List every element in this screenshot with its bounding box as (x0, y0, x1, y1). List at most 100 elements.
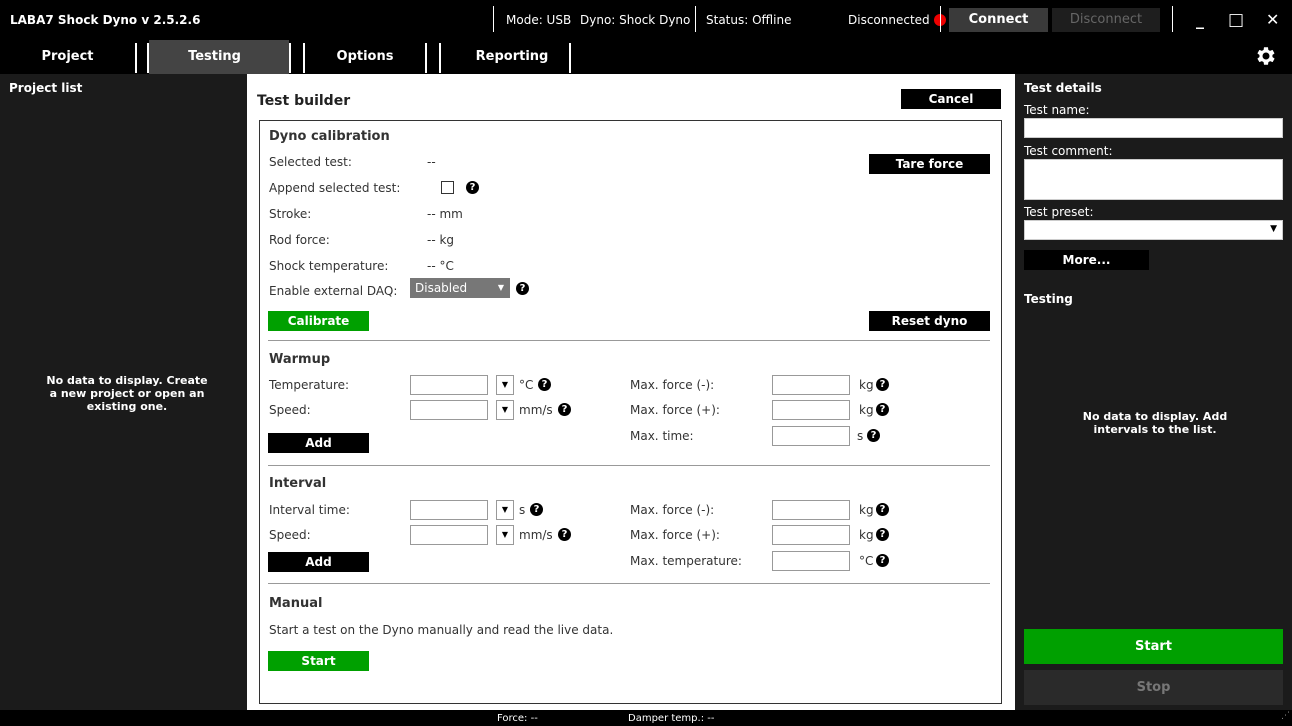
interval-speed-input[interactable] (410, 525, 488, 545)
calibration-heading: Dyno calibration (269, 129, 390, 144)
help-icon[interactable]: ? (538, 378, 551, 391)
warmup-temperature-dropdown[interactable]: ▼ (496, 375, 514, 395)
warmup-add-button[interactable]: Add (268, 433, 369, 453)
warmup-max-time-input[interactable] (772, 426, 850, 446)
manual-description: Start a test on the Dyno manually and re… (269, 623, 614, 637)
more-button[interactable]: More... (1024, 250, 1149, 270)
cancel-button[interactable]: Cancel (901, 89, 1001, 109)
help-icon[interactable]: ? (516, 282, 529, 295)
test-name-label: Test name: (1024, 103, 1090, 117)
tab-reporting[interactable]: Reporting (455, 40, 569, 74)
mode-label: Mode: USB (506, 13, 572, 27)
section-divider (268, 340, 990, 341)
test-comment-input[interactable] (1024, 159, 1283, 200)
shock-temperature-label: Shock temperature: (269, 259, 389, 273)
interval-speed-label: Speed: (269, 528, 311, 542)
gear-icon[interactable] (1253, 44, 1277, 68)
minimize-icon[interactable]: _ (1196, 0, 1204, 40)
help-icon[interactable]: ? (558, 528, 571, 541)
interval-max-temperature-input[interactable] (772, 551, 850, 571)
title-separator (493, 6, 494, 32)
tab-separator (289, 43, 291, 73)
append-test-label: Append selected test: (269, 181, 401, 195)
help-icon[interactable]: ? (876, 503, 889, 516)
test-preset-label: Test preset: (1024, 205, 1094, 219)
title-separator (695, 6, 696, 32)
close-icon[interactable]: ✕ (1266, 0, 1279, 40)
warmup-max-time-unit: s (857, 429, 864, 443)
tare-force-button[interactable]: Tare force (869, 154, 990, 174)
help-icon[interactable]: ? (558, 403, 571, 416)
warmup-max-time-label: Max. time: (630, 429, 694, 443)
test-details-panel: Test details Test name: Test comment: Te… (1015, 74, 1292, 710)
interval-time-dropdown[interactable]: ▼ (496, 500, 514, 520)
interval-speed-dropdown[interactable]: ▼ (496, 525, 514, 545)
help-icon[interactable]: ? (867, 429, 880, 442)
calibrate-button[interactable]: Calibrate (268, 311, 369, 331)
warmup-speed-input[interactable] (410, 400, 488, 420)
warmup-temperature-input[interactable] (410, 375, 488, 395)
warmup-max-force-neg-label: Max. force (-): (630, 378, 715, 392)
resize-grip-icon[interactable]: ⋰ (1281, 711, 1290, 721)
tab-separator (425, 43, 427, 73)
interval-time-input[interactable] (410, 500, 488, 520)
maximize-icon[interactable]: □ (1228, 0, 1244, 40)
title-bar: LABA7 Shock Dyno v 2.5.2.6 Mode: USB Dyn… (0, 0, 1292, 40)
help-icon[interactable]: ? (530, 503, 543, 516)
interval-speed-unit: mm/s (519, 528, 553, 542)
tab-options[interactable]: Options (305, 40, 425, 74)
warmup-speed-unit: mm/s (519, 403, 553, 417)
help-icon[interactable]: ? (876, 554, 889, 567)
app-title: LABA7 Shock Dyno v 2.5.2.6 (10, 13, 201, 27)
warmup-max-force-pos-input[interactable] (772, 400, 850, 420)
rod-force-value: -- kg (427, 233, 455, 247)
test-preset-select[interactable]: ▼ (1024, 220, 1283, 240)
test-builder-panel: Test builder Cancel Dyno calibration Sel… (247, 74, 1015, 710)
interval-max-force-neg-input[interactable] (772, 500, 850, 520)
tab-project[interactable]: Project (0, 40, 135, 74)
test-comment-label: Test comment: (1024, 144, 1113, 158)
rod-force-label: Rod force: (269, 233, 330, 247)
title-separator (1172, 6, 1173, 32)
warmup-temperature-unit: °C (519, 378, 534, 392)
status-label: Status: Offline (706, 13, 792, 27)
connect-button[interactable]: Connect (949, 8, 1048, 32)
interval-time-label: Interval time: (269, 503, 350, 517)
warmup-max-force-neg-input[interactable] (772, 375, 850, 395)
damper-temp-readout: Damper temp.: -- (628, 713, 715, 724)
tab-testing[interactable]: Testing (149, 40, 289, 74)
start-button[interactable]: Start (1024, 629, 1283, 664)
stroke-value: -- mm (427, 207, 463, 221)
tab-separator (135, 43, 137, 73)
main-nav: Project Testing Options Reporting (0, 40, 1292, 74)
dyno-label: Dyno: Shock Dyno (580, 13, 691, 27)
tab-separator (439, 43, 441, 73)
disconnect-button[interactable]: Disconnect (1052, 8, 1160, 32)
external-daq-select[interactable]: Disabled ▼ (410, 278, 510, 298)
help-icon[interactable]: ? (876, 528, 889, 541)
stop-button[interactable]: Stop (1024, 670, 1283, 705)
interval-max-force-pos-label: Max. force (+): (630, 528, 720, 542)
reset-dyno-button[interactable]: Reset dyno (869, 311, 990, 331)
interval-max-force-pos-input[interactable] (772, 525, 850, 545)
testing-title: Testing (1024, 292, 1073, 306)
interval-max-force-neg-unit: kg (859, 503, 874, 517)
warmup-temperature-label: Temperature: (269, 378, 350, 392)
section-divider (268, 465, 990, 466)
test-details-title: Test details (1024, 81, 1102, 95)
manual-heading: Manual (269, 596, 323, 611)
manual-start-button[interactable]: Start (268, 651, 369, 671)
warmup-speed-label: Speed: (269, 403, 311, 417)
warmup-speed-dropdown[interactable]: ▼ (496, 400, 514, 420)
help-icon[interactable]: ? (876, 378, 889, 391)
warmup-max-force-pos-label: Max. force (+): (630, 403, 720, 417)
interval-add-button[interactable]: Add (268, 552, 369, 572)
test-name-input[interactable] (1024, 118, 1283, 138)
help-icon[interactable]: ? (876, 403, 889, 416)
connection-status-text: Disconnected (848, 13, 930, 27)
force-readout: Force: -- (497, 713, 538, 724)
warmup-heading: Warmup (269, 352, 331, 367)
help-icon[interactable]: ? (466, 181, 479, 194)
warmup-max-force-pos-unit: kg (859, 403, 874, 417)
append-test-checkbox[interactable] (441, 181, 454, 194)
